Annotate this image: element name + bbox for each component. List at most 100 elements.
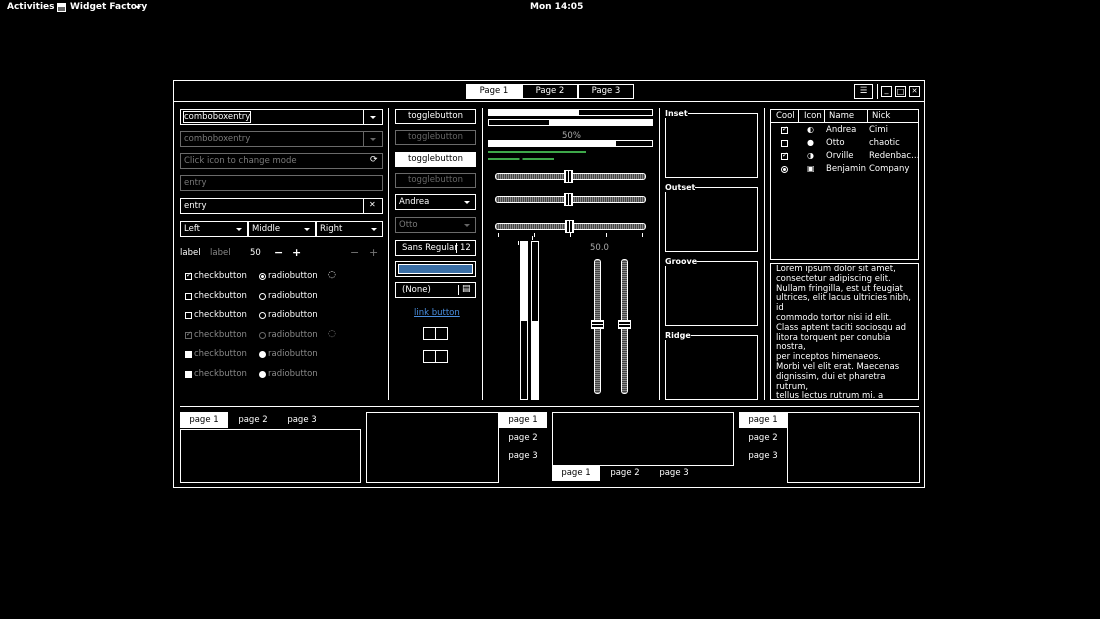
tab-page-3[interactable]: Page 3 — [578, 84, 634, 99]
textview-content[interactable]: Lorem ipsum dolor sit amet, consectetur … — [776, 265, 916, 398]
checkbutton-label[interactable]: checkbutton — [194, 310, 247, 320]
nb1-tab-page-1[interactable]: page 1 — [180, 412, 228, 428]
row-name[interactable]: Otto — [826, 138, 845, 148]
nb3-tab-page-3[interactable]: page 3 — [650, 465, 698, 481]
chevron-down-icon — [135, 6, 141, 9]
minimize-button[interactable]: _ — [881, 86, 892, 97]
hscale-knob[interactable] — [564, 193, 573, 206]
button-box-2[interactable] — [423, 350, 448, 363]
radio-selected[interactable] — [259, 273, 266, 280]
radiobutton-label[interactable]: radiobutton — [268, 291, 318, 301]
checkbox[interactable] — [185, 312, 192, 319]
row-checkbox-checked[interactable]: ✓ — [781, 125, 788, 134]
checkbox-inconsistent[interactable] — [185, 371, 192, 378]
row-radio-selected[interactable] — [781, 166, 788, 173]
nb3-page — [552, 412, 734, 466]
treeview[interactable]: Cool Icon Name Nick ✓ ◐ Andrea Cimi ● Ot… — [770, 109, 920, 260]
activities-button[interactable]: Activities — [7, 2, 55, 12]
nb1-tab-page-2[interactable]: page 2 — [229, 412, 277, 428]
button-box-1[interactable] — [423, 327, 448, 340]
nb3-tab-page-1[interactable]: page 1 — [552, 465, 600, 481]
maximize-icon: □ — [896, 87, 905, 96]
row-nick[interactable]: Redenbac… — [869, 151, 920, 161]
radio[interactable] — [259, 312, 266, 319]
textview[interactable]: Lorem ipsum dolor sit amet, consectetur … — [770, 263, 919, 400]
togglebutton-1[interactable]: togglebutton — [395, 109, 476, 124]
icon-entry[interactable]: Click icon to change mode — [180, 153, 383, 169]
maximize-button[interactable]: □ — [895, 86, 906, 97]
chevron-down-icon — [464, 201, 470, 204]
vscale-value: 50.0 — [590, 243, 609, 253]
header-divider — [824, 110, 825, 123]
checkbutton-label[interactable]: checkbutton — [194, 271, 247, 281]
clock[interactable]: Mon 14:05 — [530, 2, 583, 12]
nb2-tab-page-1[interactable]: page 1 — [499, 412, 547, 428]
combobox-entry-1[interactable]: comboboxentry — [180, 109, 383, 125]
link-button[interactable]: link button — [414, 308, 460, 318]
file-chooser-label: (None) — [402, 285, 431, 295]
row-nick[interactable]: chaotic — [869, 138, 900, 148]
hscale-knob[interactable] — [565, 220, 574, 233]
checkbox-checked[interactable]: ✓ — [185, 271, 192, 280]
checkbutton-label[interactable]: checkbutton — [194, 291, 247, 301]
column-header-nick[interactable]: Nick — [872, 111, 890, 121]
row-name[interactable]: Benjamin — [826, 164, 866, 174]
tab-page-2[interactable]: Page 2 — [522, 84, 578, 99]
column-header-name[interactable]: Name — [829, 111, 854, 121]
progressbar-fill — [489, 141, 617, 146]
nb4-tab-page-1[interactable]: page 1 — [739, 412, 787, 428]
clear-icon[interactable]: ✕ — [369, 200, 376, 209]
radio[interactable] — [259, 293, 266, 300]
row-nick[interactable]: Company — [869, 164, 909, 174]
vscale-knob[interactable] — [591, 320, 604, 329]
folder-icon: ▤ — [462, 284, 471, 294]
color-button[interactable] — [395, 261, 476, 277]
frame-groove — [665, 261, 758, 326]
entry-field[interactable]: entry — [180, 198, 383, 214]
minus-icon[interactable]: − — [274, 246, 283, 259]
plus-icon[interactable]: + — [292, 246, 301, 259]
refresh-icon[interactable]: ⟳ — [370, 155, 378, 165]
column-header-cool[interactable]: Cool — [776, 111, 795, 121]
minimize-icon: _ — [884, 85, 889, 94]
nb2-tab-page-2[interactable]: page 2 — [499, 430, 547, 446]
combobox-entry-2: comboboxentry — [180, 131, 383, 147]
row-name[interactable]: Andrea — [826, 125, 856, 135]
row-name[interactable]: Orville — [826, 151, 854, 161]
nb1-tab-page-3[interactable]: page 3 — [278, 412, 326, 428]
frame-title: Outset — [665, 183, 696, 192]
close-button[interactable]: ✕ — [909, 86, 920, 97]
nb4-tab-page-2[interactable]: page 2 — [739, 430, 787, 446]
checkbox-inconsistent[interactable] — [185, 351, 192, 358]
app-icon — [57, 3, 66, 12]
hscale-knob[interactable] — [564, 170, 573, 183]
header-divider — [867, 110, 868, 123]
tab-page-1[interactable]: Page 1 — [466, 84, 522, 99]
chevron-down-icon[interactable] — [370, 116, 376, 119]
menu-button[interactable]: ☰ — [854, 84, 873, 99]
nb3-tab-page-2[interactable]: page 2 — [601, 465, 649, 481]
font-button[interactable]: Sans Regular 12 — [395, 240, 476, 256]
row-checkbox[interactable] — [781, 140, 788, 147]
column-header-icon[interactable]: Icon — [804, 111, 822, 121]
row-checkbox-checked[interactable]: ✓ — [781, 151, 788, 160]
warning-icon: ● — [807, 138, 814, 147]
row-nick[interactable]: Cimi — [869, 125, 888, 135]
togglebutton-3[interactable]: togglebutton — [395, 152, 476, 167]
spinner-icon: ◌ — [328, 270, 336, 280]
frame-title: Groove — [665, 257, 698, 266]
radio-inconsistent[interactable] — [259, 351, 266, 358]
radio-inconsistent[interactable] — [259, 371, 266, 378]
checkbox[interactable] — [185, 293, 192, 300]
radiobutton-label[interactable]: radiobutton — [268, 310, 318, 320]
file-chooser-button[interactable]: (None) ▤ — [395, 282, 476, 298]
progressbar-2 — [488, 119, 653, 126]
file-divider — [458, 285, 459, 295]
entry-placeholder[interactable]: entry — [180, 175, 383, 191]
nb2-tab-page-3[interactable]: page 3 — [499, 448, 547, 464]
vprogress-1 — [520, 241, 528, 400]
radiobutton-label[interactable]: radiobutton — [268, 271, 318, 281]
vscale-knob[interactable] — [618, 320, 631, 329]
nb4-tab-page-3[interactable]: page 3 — [739, 448, 787, 464]
spin-value[interactable]: 50 — [250, 248, 261, 258]
